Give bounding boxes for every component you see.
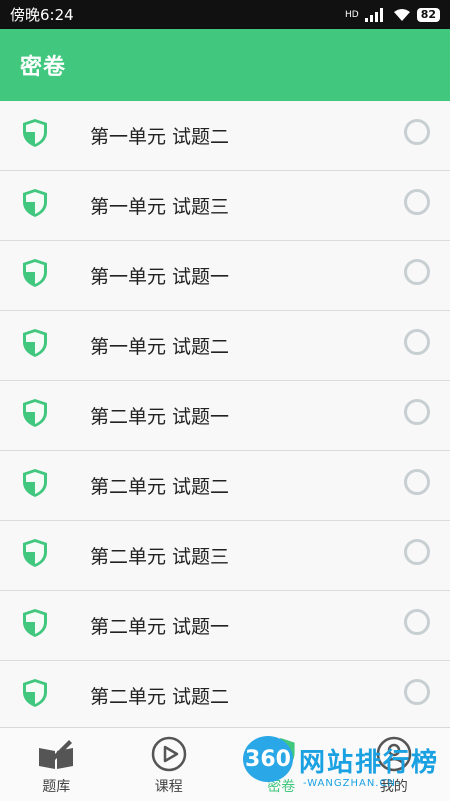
shield-icon [22, 328, 48, 358]
nav-label: 题库 [42, 776, 70, 796]
shield-icon [22, 398, 48, 428]
list-item[interactable]: 第二单元 试题二 [0, 451, 450, 521]
list-item-label: 第二单元 试题一 [90, 402, 229, 429]
list-item[interactable]: 第二单元 试题二 [0, 661, 450, 731]
exam-list: 第一单元 试题二第一单元 试题三第一单元 试题一第一单元 试题二第二单元 试题一… [0, 101, 450, 731]
shield-icon [22, 468, 48, 498]
app-bar: 密卷 [0, 29, 450, 101]
page-title: 密卷 [20, 49, 66, 81]
status-icons: HD 82 [345, 8, 440, 22]
shield-icon [22, 188, 48, 218]
nav-label: 课程 [155, 776, 183, 796]
list-item[interactable]: 第一单元 试题一 [0, 241, 450, 311]
list-item-label: 第一单元 试题一 [90, 262, 229, 289]
list-item[interactable]: 第二单元 试题一 [0, 591, 450, 661]
list-item[interactable]: 第二单元 试题一 [0, 381, 450, 451]
radio-button[interactable] [404, 609, 430, 635]
shield-icon [22, 538, 48, 568]
shield-icon [22, 258, 48, 288]
radio-button[interactable] [404, 189, 430, 215]
radio-button[interactable] [404, 539, 430, 565]
status-bar: 傍晚6:24 HD 82 [0, 0, 450, 29]
list-item[interactable]: 第一单元 试题二 [0, 311, 450, 381]
list-item-label: 第一单元 试题二 [90, 122, 229, 149]
list-item-label: 第一单元 试题二 [90, 332, 229, 359]
radio-button[interactable] [404, 399, 430, 425]
list-item-label: 第二单元 试题一 [90, 612, 229, 639]
nav-item-secret-exam[interactable]: 密卷 [225, 728, 338, 801]
list-item-label: 第二单元 试题二 [90, 682, 229, 709]
battery-indicator: 82 [417, 8, 440, 22]
shield-icon [22, 118, 48, 148]
shield-icon [261, 734, 301, 774]
nav-item-mine[interactable]: 我的 [338, 728, 450, 801]
list-item[interactable]: 第一单元 试题三 [0, 171, 450, 241]
radio-button[interactable] [404, 329, 430, 355]
shield-icon [22, 678, 48, 708]
book-pencil-icon [36, 734, 76, 774]
list-item-label: 第一单元 试题三 [90, 192, 229, 219]
list-item[interactable]: 第一单元 试题二 [0, 101, 450, 171]
network-label: HD [345, 10, 359, 20]
list-item-label: 第二单元 试题三 [90, 542, 229, 569]
wifi-icon [393, 8, 411, 22]
nav-label: 我的 [380, 776, 408, 796]
signal-icon [365, 8, 387, 22]
nav-label: 密卷 [267, 776, 295, 796]
user-circle-icon [374, 734, 414, 774]
radio-button[interactable] [404, 259, 430, 285]
radio-button[interactable] [404, 119, 430, 145]
nav-item-question-bank[interactable]: 题库 [0, 728, 113, 801]
list-item-label: 第二单元 试题二 [90, 472, 229, 499]
play-circle-icon [149, 734, 189, 774]
radio-button[interactable] [404, 679, 430, 705]
list-item[interactable]: 第二单元 试题三 [0, 521, 450, 591]
status-time: 傍晚6:24 [10, 4, 74, 25]
shield-icon [22, 608, 48, 638]
nav-item-course[interactable]: 课程 [113, 728, 226, 801]
radio-button[interactable] [404, 469, 430, 495]
bottom-nav: 题库 课程 密卷 我的 [0, 727, 450, 801]
